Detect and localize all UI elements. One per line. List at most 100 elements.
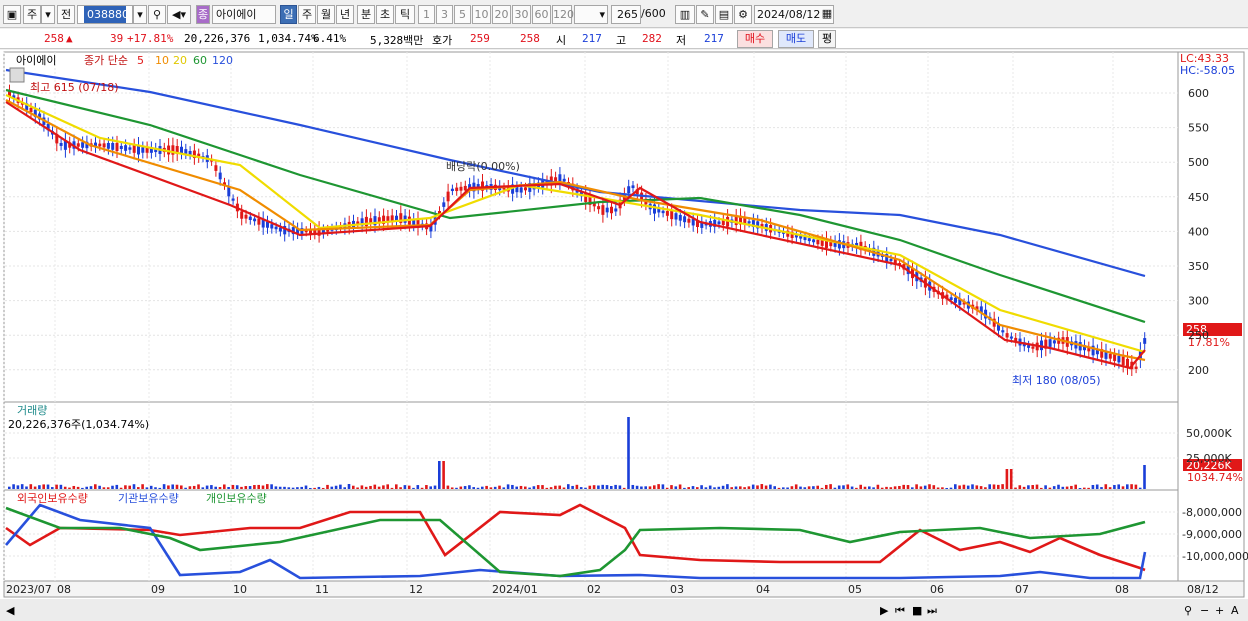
- volume-bar: [85, 486, 88, 489]
- dropdown-icon[interactable]: ▾: [41, 5, 55, 24]
- tick-select[interactable]: ▾: [574, 5, 608, 24]
- period-tick-button[interactable]: 틱: [395, 5, 415, 24]
- volume-bar: [68, 487, 71, 489]
- tick-5-button[interactable]: 5: [454, 5, 471, 24]
- scroll-bar[interactable]: [0, 599, 1248, 621]
- price-panel[interactable]: [3, 51, 1179, 403]
- scroll-left-icon[interactable]: ◀: [6, 604, 15, 617]
- table-icon[interactable]: [9, 67, 25, 83]
- tick-120-button[interactable]: 120: [552, 5, 574, 24]
- volume-bar: [825, 484, 828, 489]
- volume-bar: [661, 484, 665, 489]
- volume-bar: [63, 486, 67, 489]
- draw-icon[interactable]: ✎: [696, 5, 714, 24]
- volume-bar: [317, 486, 321, 489]
- gear-icon[interactable]: ⚙: [734, 5, 752, 24]
- volume-bar: [1031, 485, 1034, 489]
- period-day-button[interactable]: 일: [280, 5, 297, 24]
- speaker-icon[interactable]: ◀▾: [167, 5, 191, 24]
- sell-button[interactable]: 매도: [778, 30, 814, 48]
- candle-body: [446, 191, 450, 202]
- tick-1-button[interactable]: 1: [418, 5, 435, 24]
- tick-20-button[interactable]: 20: [492, 5, 511, 24]
- candle-body: [214, 165, 218, 171]
- first-icon[interactable]: ⏮: [895, 604, 905, 617]
- volume-bar: [1104, 484, 1108, 489]
- volume-bar: [971, 484, 974, 489]
- tick-60-button[interactable]: 60: [532, 5, 551, 24]
- tick-3-button[interactable]: 3: [436, 5, 453, 24]
- candle-body: [132, 145, 136, 153]
- stock-chart[interactable]: 아이에이 종가 단순 5 10 20 60 120 최고 615 (07/18)…: [0, 50, 1248, 621]
- volume-bar: [919, 486, 923, 489]
- volume-bar: [128, 485, 131, 489]
- chart-toolbar: ▣ 주 ▾ 전 ▾ ⚲ ◀▾ 종 아이에이 일 주 월 년 분 초 틱 1 3 …: [0, 0, 1248, 28]
- stock-name[interactable]: 아이에이: [212, 5, 276, 24]
- volume-bar: [481, 486, 484, 489]
- code-dropdown-icon[interactable]: ▾: [133, 5, 147, 24]
- volume-bar: [502, 487, 506, 489]
- code-field[interactable]: [84, 6, 126, 23]
- volume-bar: [687, 487, 690, 489]
- tick-10-button[interactable]: 10: [472, 5, 491, 24]
- prev-button[interactable]: 전: [57, 5, 75, 24]
- period-year-button[interactable]: 년: [336, 5, 354, 24]
- zoom-out-icon[interactable]: −: [1200, 604, 1209, 617]
- price-y-tick: 450: [1188, 191, 1209, 204]
- volume-bar: [16, 485, 20, 489]
- volume-bar: [102, 487, 106, 489]
- candle-body: [463, 185, 467, 191]
- volume-bar: [584, 487, 587, 489]
- volume-bar: [708, 485, 712, 489]
- candle-body: [670, 210, 674, 220]
- scroll-right-icon[interactable]: ▶: [880, 604, 889, 617]
- stop-icon[interactable]: ■: [912, 604, 922, 617]
- volume-bar: [622, 487, 626, 489]
- volume-bar: [644, 486, 647, 489]
- tick-30-button[interactable]: 30: [512, 5, 531, 24]
- volume-bar: [154, 487, 157, 489]
- volume-bar: [786, 487, 789, 489]
- buy-button[interactable]: 매수: [737, 30, 773, 48]
- candle-body: [653, 204, 656, 214]
- volume-bar: [321, 487, 325, 489]
- candle-icon[interactable]: ▥: [675, 5, 695, 24]
- search-icon[interactable]: ⚲: [148, 5, 166, 24]
- period-minute-button[interactable]: 분: [357, 5, 375, 24]
- ma5-label: 5: [137, 54, 144, 67]
- holding-y-tick: -10,000,000: [1182, 550, 1248, 563]
- code-input[interactable]: [77, 5, 133, 24]
- eval-button[interactable]: 평: [818, 30, 836, 48]
- calendar-icon[interactable]: ▦: [820, 5, 834, 24]
- volume-bar: [743, 487, 746, 489]
- last-icon[interactable]: ⏭: [927, 604, 937, 617]
- volume-bar: [201, 487, 205, 489]
- volume-bar: [962, 484, 966, 489]
- volume-panel[interactable]: [3, 401, 1179, 491]
- volume-bar: [665, 487, 669, 489]
- zoom-in-icon[interactable]: +: [1215, 604, 1224, 617]
- volume-bar: [300, 486, 303, 489]
- volume-bar: [610, 486, 613, 489]
- volume-pct-tag: 1034.74%: [1187, 471, 1243, 484]
- period-week-button[interactable]: 주: [298, 5, 316, 24]
- window-icon[interactable]: ▣: [3, 5, 21, 24]
- volume-bar: [162, 484, 166, 489]
- save-icon[interactable]: ▤: [715, 5, 733, 24]
- holding-y-tick: -8,000,000: [1182, 506, 1242, 519]
- volume-bar: [863, 486, 867, 489]
- volume-pct: 1,034.74%: [258, 32, 318, 45]
- period-second-button[interactable]: 초: [376, 5, 394, 24]
- ma120-label: 120: [212, 54, 233, 67]
- view-count-input[interactable]: 265: [611, 5, 641, 24]
- candle-body: [115, 142, 119, 151]
- period-month-button[interactable]: 월: [317, 5, 335, 24]
- volume-bar: [33, 486, 37, 489]
- volume-bar: [257, 484, 260, 489]
- volume-bar: [751, 484, 755, 489]
- zoom-icon[interactable]: ⚲: [1184, 604, 1192, 617]
- font-size-icon[interactable]: A: [1231, 604, 1239, 617]
- period-unit[interactable]: 주: [23, 5, 41, 24]
- volume-bar: [111, 485, 114, 489]
- volume-bar: [459, 486, 463, 489]
